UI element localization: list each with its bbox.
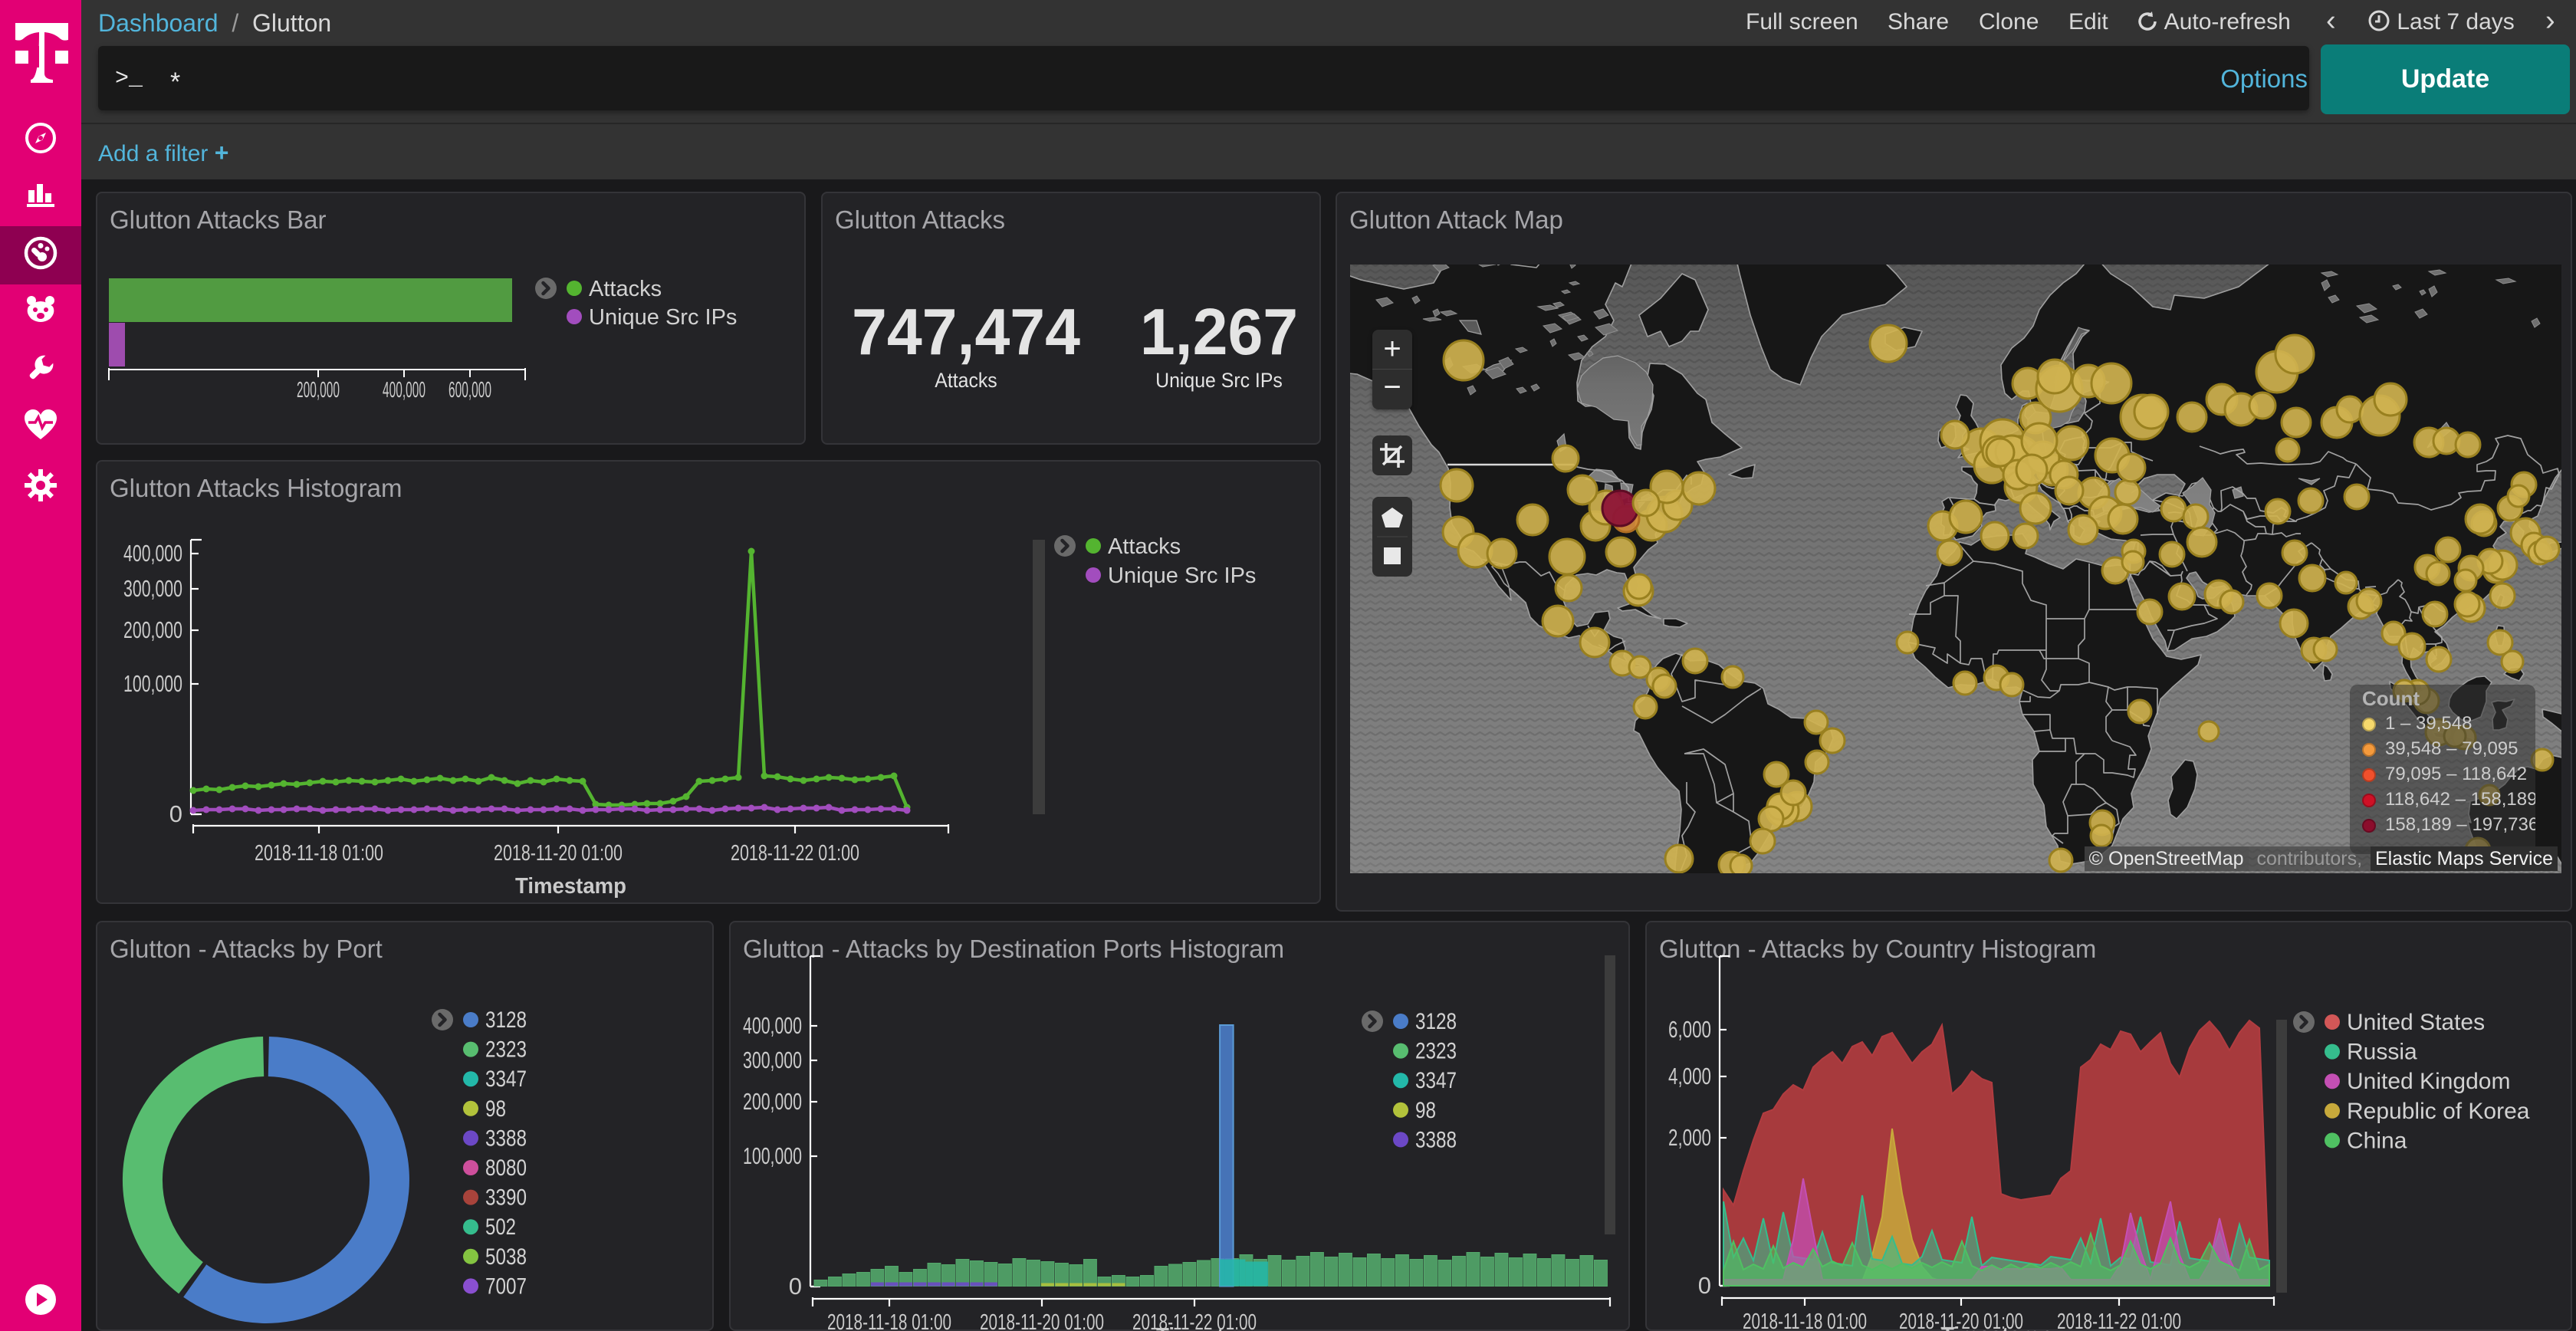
svg-text:600,000: 600,000 bbox=[449, 378, 491, 403]
svg-text:2,000: 2,000 bbox=[1668, 1124, 1711, 1151]
svg-text:3347: 3347 bbox=[1415, 1068, 1457, 1093]
svg-text:98: 98 bbox=[1415, 1098, 1436, 1123]
svg-text:5038: 5038 bbox=[485, 1244, 527, 1270]
svg-text:200,000: 200,000 bbox=[123, 616, 182, 643]
svg-text:200,000: 200,000 bbox=[297, 378, 340, 403]
svg-text:2323: 2323 bbox=[485, 1037, 527, 1063]
svg-text:2018-11-20 01:00: 2018-11-20 01:00 bbox=[980, 1310, 1104, 1331]
svg-text:100,000: 100,000 bbox=[123, 670, 182, 697]
svg-text:0: 0 bbox=[1698, 1272, 1711, 1299]
svg-text:Timestamp: Timestamp bbox=[1941, 1323, 2052, 1331]
svg-text:2018-11-18 01:00: 2018-11-18 01:00 bbox=[827, 1310, 951, 1331]
svg-text:United States: United States bbox=[2347, 1010, 2485, 1035]
svg-text:Timestamp: Timestamp bbox=[1156, 1324, 1267, 1331]
svg-text:China: China bbox=[2347, 1128, 2407, 1153]
svg-text:3388: 3388 bbox=[485, 1126, 527, 1151]
svg-text:2018-11-18 01:00: 2018-11-18 01:00 bbox=[1743, 1310, 1867, 1331]
svg-text:100,000: 100,000 bbox=[743, 1142, 802, 1169]
svg-text:400,000: 400,000 bbox=[123, 540, 182, 567]
svg-text:300,000: 300,000 bbox=[743, 1047, 802, 1073]
svg-text:0: 0 bbox=[789, 1273, 802, 1300]
svg-text:2323: 2323 bbox=[1415, 1039, 1457, 1064]
svg-text:2018-11-20 01:00: 2018-11-20 01:00 bbox=[494, 841, 623, 866]
svg-text:3128: 3128 bbox=[1415, 1009, 1457, 1034]
svg-text:4,000: 4,000 bbox=[1668, 1063, 1711, 1089]
svg-text:Timestamp: Timestamp bbox=[515, 874, 626, 899]
svg-text:3128: 3128 bbox=[485, 1007, 527, 1033]
svg-text:Attacks: Attacks bbox=[589, 277, 662, 301]
svg-text:8080: 8080 bbox=[485, 1155, 527, 1181]
svg-text:400,000: 400,000 bbox=[383, 378, 426, 403]
svg-text:Republic of Korea: Republic of Korea bbox=[2347, 1099, 2530, 1124]
svg-text:2018-11-22 01:00: 2018-11-22 01:00 bbox=[731, 841, 859, 866]
svg-text:Unique Src IPs: Unique Src IPs bbox=[589, 305, 737, 330]
svg-text:United Kingdom: United Kingdom bbox=[2347, 1069, 2510, 1094]
svg-text:98: 98 bbox=[485, 1096, 506, 1122]
svg-text:0: 0 bbox=[169, 800, 182, 827]
svg-text:200,000: 200,000 bbox=[743, 1088, 802, 1115]
svg-text:502: 502 bbox=[485, 1214, 516, 1240]
svg-text:7007: 7007 bbox=[485, 1273, 527, 1299]
svg-text:6,000: 6,000 bbox=[1668, 1016, 1711, 1043]
svg-text:3390: 3390 bbox=[485, 1185, 527, 1211]
svg-text:2018-11-18 01:00: 2018-11-18 01:00 bbox=[255, 841, 383, 866]
svg-text:3388: 3388 bbox=[1415, 1127, 1457, 1152]
svg-text:2018-11-22 01:00: 2018-11-22 01:00 bbox=[2057, 1310, 2181, 1331]
svg-text:Russia: Russia bbox=[2347, 1040, 2417, 1065]
svg-text:Attacks: Attacks bbox=[1108, 534, 1181, 559]
svg-text:3347: 3347 bbox=[485, 1066, 527, 1092]
svg-text:400,000: 400,000 bbox=[743, 1012, 802, 1039]
svg-text:Unique Src IPs: Unique Src IPs bbox=[1108, 564, 1256, 588]
svg-text:300,000: 300,000 bbox=[123, 575, 182, 602]
